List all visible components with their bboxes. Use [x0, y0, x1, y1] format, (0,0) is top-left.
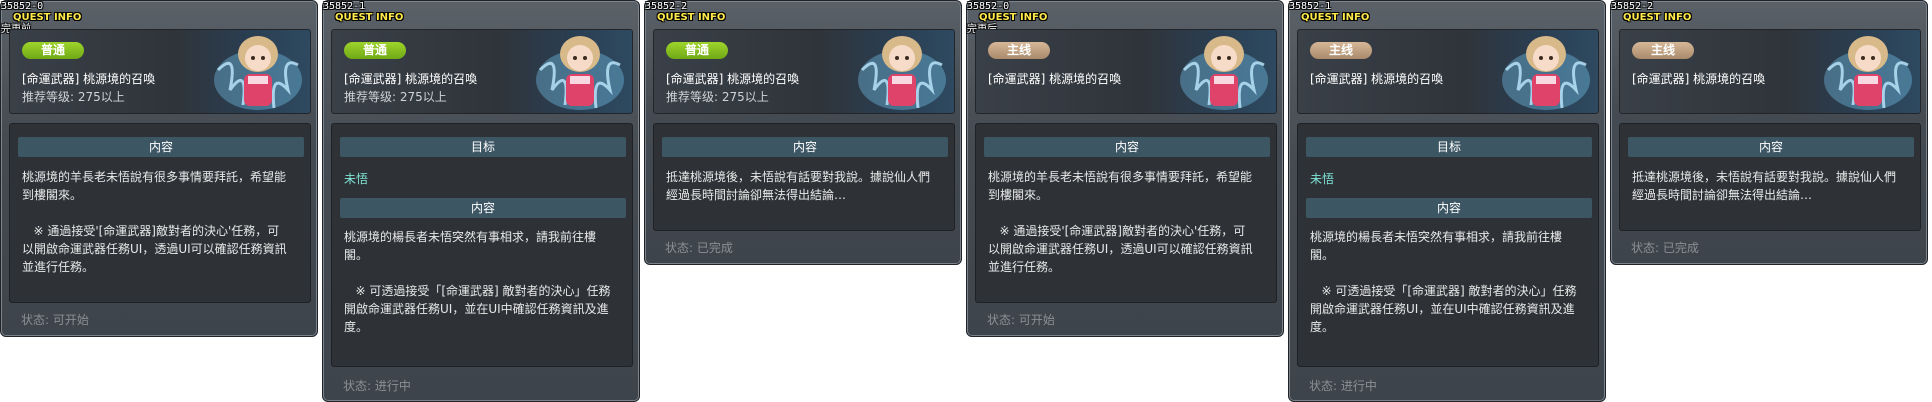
quest-panel-6: 35852-2 QUEST INFO 主线 [命運武器] 桃源境的召喚 内容 抵…: [1610, 0, 1928, 265]
quest-type-badge: 主线: [1310, 42, 1372, 59]
npc-portrait-icon: [1180, 36, 1268, 110]
quest-header: 普通 [命運武器] 桃源境的召喚 推荐等级: 275以上: [9, 29, 311, 114]
quest-id: 35852-0: [1, 1, 44, 12]
quest-header: 主线 [命運武器] 桃源境的召喚: [1619, 29, 1921, 114]
quest-status: 状态: 已完成: [665, 241, 733, 255]
quest-body: 目标 未悟 内容 桃源境的楊長者未悟突然有事相求，請我前往樓閣。 ※ 可透過接受…: [1297, 123, 1599, 367]
quest-status: 状态: 可开始: [987, 313, 1055, 327]
content-header: 内容: [1628, 137, 1914, 157]
quest-panel-1: 35852-0 QUEST INFO 完更前 普通 [命運武器] 桃源境的召喚 …: [0, 0, 318, 337]
quest-status: 状态: 已完成: [1631, 241, 1699, 255]
npc-portrait-icon: [214, 36, 302, 110]
quest-type-badge: 主线: [988, 42, 1050, 59]
quest-header: 主线 [命運武器] 桃源境的召喚: [975, 29, 1277, 114]
quest-panel-5: 35852-1 QUEST INFO 主线 [命運武器] 桃源境的召喚 目标 未…: [1288, 0, 1606, 402]
quest-description: 桃源境的楊長者未悟突然有事相求，請我前往樓閣。 ※ 可透過接受「[命運武器] 敵…: [344, 230, 611, 334]
quest-info-title: QUEST INFO: [335, 12, 404, 23]
content-header: 内容: [984, 137, 1270, 157]
quest-name: [命運武器] 桃源境的召喚: [1632, 72, 1766, 86]
quest-body: 目标 未悟 内容 桃源境的楊長者未悟突然有事相求，請我前往樓閣。 ※ 可透過接受…: [331, 123, 633, 367]
quest-info-title: QUEST INFO: [1301, 12, 1370, 23]
quest-panel-4: 35852-0 QUEST INFO 完更后 主线 [命運武器] 桃源境的召喚 …: [966, 0, 1284, 337]
quest-status: 状态: 可开始: [21, 313, 89, 327]
quest-header: 普通 [命運武器] 桃源境的召喚 推荐等级: 275以上: [653, 29, 955, 114]
goal-header: 目标: [1306, 137, 1592, 157]
quest-body: 内容 抵達桃源境後，未悟說有話要對我說。據說仙人們經過長時間討論卻無法得出結論…: [1619, 123, 1921, 231]
quest-id: 35852-1: [323, 1, 366, 12]
quest-description: 桃源境的楊長者未悟突然有事相求，請我前往樓閣。 ※ 可透過接受「[命運武器] 敵…: [1310, 230, 1577, 334]
quest-status: 状态: 进行中: [343, 379, 411, 393]
quest-description: 桃源境的羊長老未悟說有很多事情要拜託，希望能到樓閣來。 ※ 通過接受'[命運武器…: [22, 170, 287, 274]
recommended-level: 推荐等级: 275以上: [344, 90, 447, 104]
quest-body: 内容 抵達桃源境後，未悟說有話要對我說。據說仙人們經過長時間討論卻無法得出結論…: [653, 123, 955, 231]
quest-type-badge: 主线: [1632, 42, 1694, 59]
quest-body: 内容 桃源境的羊長老未悟說有很多事情要拜託，希望能到樓閣來。 ※ 通過接受'[命…: [975, 123, 1277, 303]
quest-id: 35852-2: [645, 1, 688, 12]
quest-description: 抵達桃源境後，未悟說有話要對我說。據說仙人們經過長時間討論卻無法得出結論…: [666, 170, 931, 202]
npc-portrait-icon: [536, 36, 624, 110]
quest-name: [命運武器] 桃源境的召喚: [344, 72, 478, 86]
quest-name: [命運武器] 桃源境的召喚: [988, 72, 1122, 86]
content-header: 内容: [662, 137, 948, 157]
quest-goal: 未悟: [344, 172, 369, 186]
quest-header: 主线 [命運武器] 桃源境的召喚: [1297, 29, 1599, 114]
content-header: 内容: [1306, 198, 1592, 218]
quest-info-title: QUEST INFO: [979, 12, 1048, 23]
quest-info-title: QUEST INFO: [657, 12, 726, 23]
quest-panel-3: 35852-2 QUEST INFO 普通 [命運武器] 桃源境的召喚 推荐等级…: [644, 0, 962, 265]
recommended-level: 推荐等级: 275以上: [666, 90, 769, 104]
quest-header: 普通 [命運武器] 桃源境的召喚 推荐等级: 275以上: [331, 29, 633, 114]
quest-description: 桃源境的羊長老未悟說有很多事情要拜託，希望能到樓閣來。 ※ 通過接受'[命運武器…: [988, 170, 1253, 274]
quest-name: [命運武器] 桃源境的召喚: [22, 72, 156, 86]
quest-type-badge: 普通: [344, 42, 406, 59]
quest-name: [命運武器] 桃源境的召喚: [666, 72, 800, 86]
content-header: 内容: [340, 198, 626, 218]
quest-type-badge: 普通: [22, 42, 84, 59]
quest-panel-2: 35852-1 QUEST INFO 普通 [命運武器] 桃源境的召喚 推荐等级…: [322, 0, 640, 402]
content-header: 内容: [18, 137, 304, 157]
quest-name: [命運武器] 桃源境的召喚: [1310, 72, 1444, 86]
quest-body: 内容 桃源境的羊長老未悟說有很多事情要拜託，希望能到樓閣來。 ※ 通過接受'[命…: [9, 123, 311, 303]
npc-portrait-icon: [1824, 36, 1912, 110]
quest-id: 35852-0: [967, 1, 1010, 12]
quest-id: 35852-1: [1289, 1, 1332, 12]
quest-description: 抵達桃源境後，未悟說有話要對我說。據說仙人們經過長時間討論卻無法得出結論…: [1632, 170, 1897, 202]
npc-portrait-icon: [1502, 36, 1590, 110]
quest-id: 35852-2: [1611, 1, 1654, 12]
recommended-level: 推荐等级: 275以上: [22, 90, 125, 104]
quest-status: 状态: 进行中: [1309, 379, 1377, 393]
quest-type-badge: 普通: [666, 42, 728, 59]
quest-info-title: QUEST INFO: [13, 12, 82, 23]
quest-info-title: QUEST INFO: [1623, 12, 1692, 23]
goal-header: 目标: [340, 137, 626, 157]
quest-goal: 未悟: [1310, 172, 1335, 186]
npc-portrait-icon: [858, 36, 946, 110]
